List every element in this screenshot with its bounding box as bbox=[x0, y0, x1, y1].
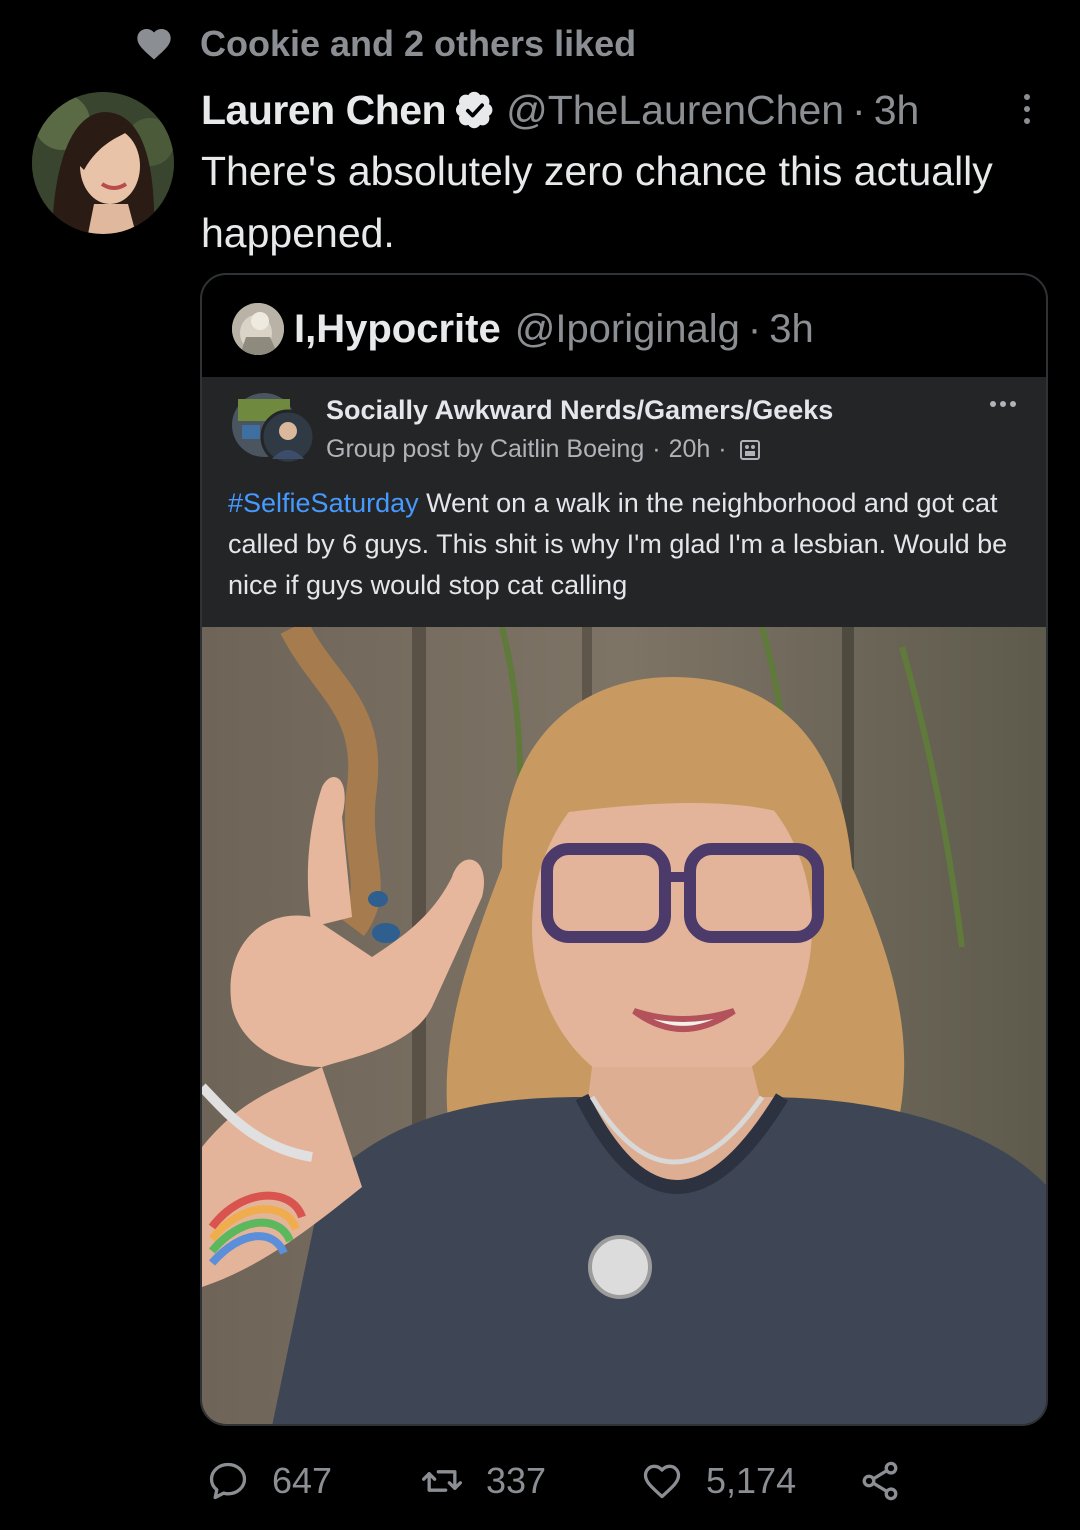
post-hashtag: #SelfieSaturday bbox=[228, 488, 419, 518]
byline-text: Group post by Caitlin Boeing bbox=[326, 435, 645, 463]
post-more-icon bbox=[990, 401, 1020, 407]
separator-dot: · bbox=[852, 86, 866, 133]
quoted-author-avatar bbox=[232, 303, 284, 355]
quoted-author-display-name: I,Hypocrite bbox=[294, 306, 501, 351]
group-privacy-icon bbox=[739, 439, 760, 460]
separator-dot: · bbox=[652, 435, 661, 463]
tweet-timestamp[interactable]: 3h bbox=[874, 87, 920, 134]
like-icon bbox=[643, 1464, 681, 1499]
tweet-text: There's absolutely zero chance this actu… bbox=[201, 148, 993, 256]
quoted-tweet-timestamp: 3h bbox=[769, 306, 814, 351]
tweet-actions: 647 337 5,174 bbox=[0, 1448, 1080, 1514]
reply-icon bbox=[209, 1462, 247, 1500]
share-button[interactable] bbox=[858, 1448, 902, 1514]
more-options-icon[interactable] bbox=[1012, 88, 1042, 134]
post-byline: Group post by Caitlin Boeing · 20h · bbox=[326, 435, 761, 464]
retweet-count: 337 bbox=[486, 1460, 547, 1501]
tweet-header: Lauren Chen @TheLaurenChen · 3h bbox=[201, 82, 919, 138]
author-handle[interactable]: @TheLaurenChen bbox=[506, 87, 844, 134]
group-name: Socially Awkward Nerds/Gamers/Geeks bbox=[326, 395, 834, 425]
like-count: 5,174 bbox=[706, 1460, 797, 1501]
retweet-button[interactable]: 337 bbox=[420, 1448, 546, 1514]
quoted-tweet[interactable]: I,Hypocrite @Iporiginalg · 3h Socially A… bbox=[200, 273, 1048, 1426]
post-body: #SelfieSaturday Went on a walk in the ne… bbox=[228, 483, 1028, 606]
reply-count: 647 bbox=[272, 1460, 333, 1501]
embedded-facebook-post: Socially Awkward Nerds/Gamers/Geeks Grou… bbox=[202, 377, 1046, 627]
post-time: 20h bbox=[668, 435, 711, 463]
reply-button[interactable]: 647 bbox=[206, 1448, 332, 1514]
verified-badge-icon bbox=[456, 91, 493, 129]
share-icon bbox=[862, 1461, 898, 1501]
author-avatar[interactable] bbox=[32, 92, 174, 234]
like-button[interactable]: 5,174 bbox=[640, 1448, 796, 1514]
retweet-icon bbox=[422, 1470, 462, 1492]
author-display-name[interactable]: Lauren Chen bbox=[201, 87, 447, 134]
separator-dot: · bbox=[718, 435, 727, 463]
heart-icon bbox=[137, 29, 171, 60]
quoted-tweet-header: I,Hypocrite @Iporiginalg · 3h bbox=[232, 299, 814, 359]
group-avatar bbox=[228, 389, 318, 467]
post-photo bbox=[202, 620, 1046, 1424]
social-context[interactable]: Cookie and 2 others liked bbox=[134, 22, 636, 66]
quoted-author-handle: @Iporiginalg bbox=[514, 306, 740, 351]
separator-dot: · bbox=[747, 306, 762, 351]
social-context-text: Cookie and 2 others liked bbox=[200, 23, 637, 64]
